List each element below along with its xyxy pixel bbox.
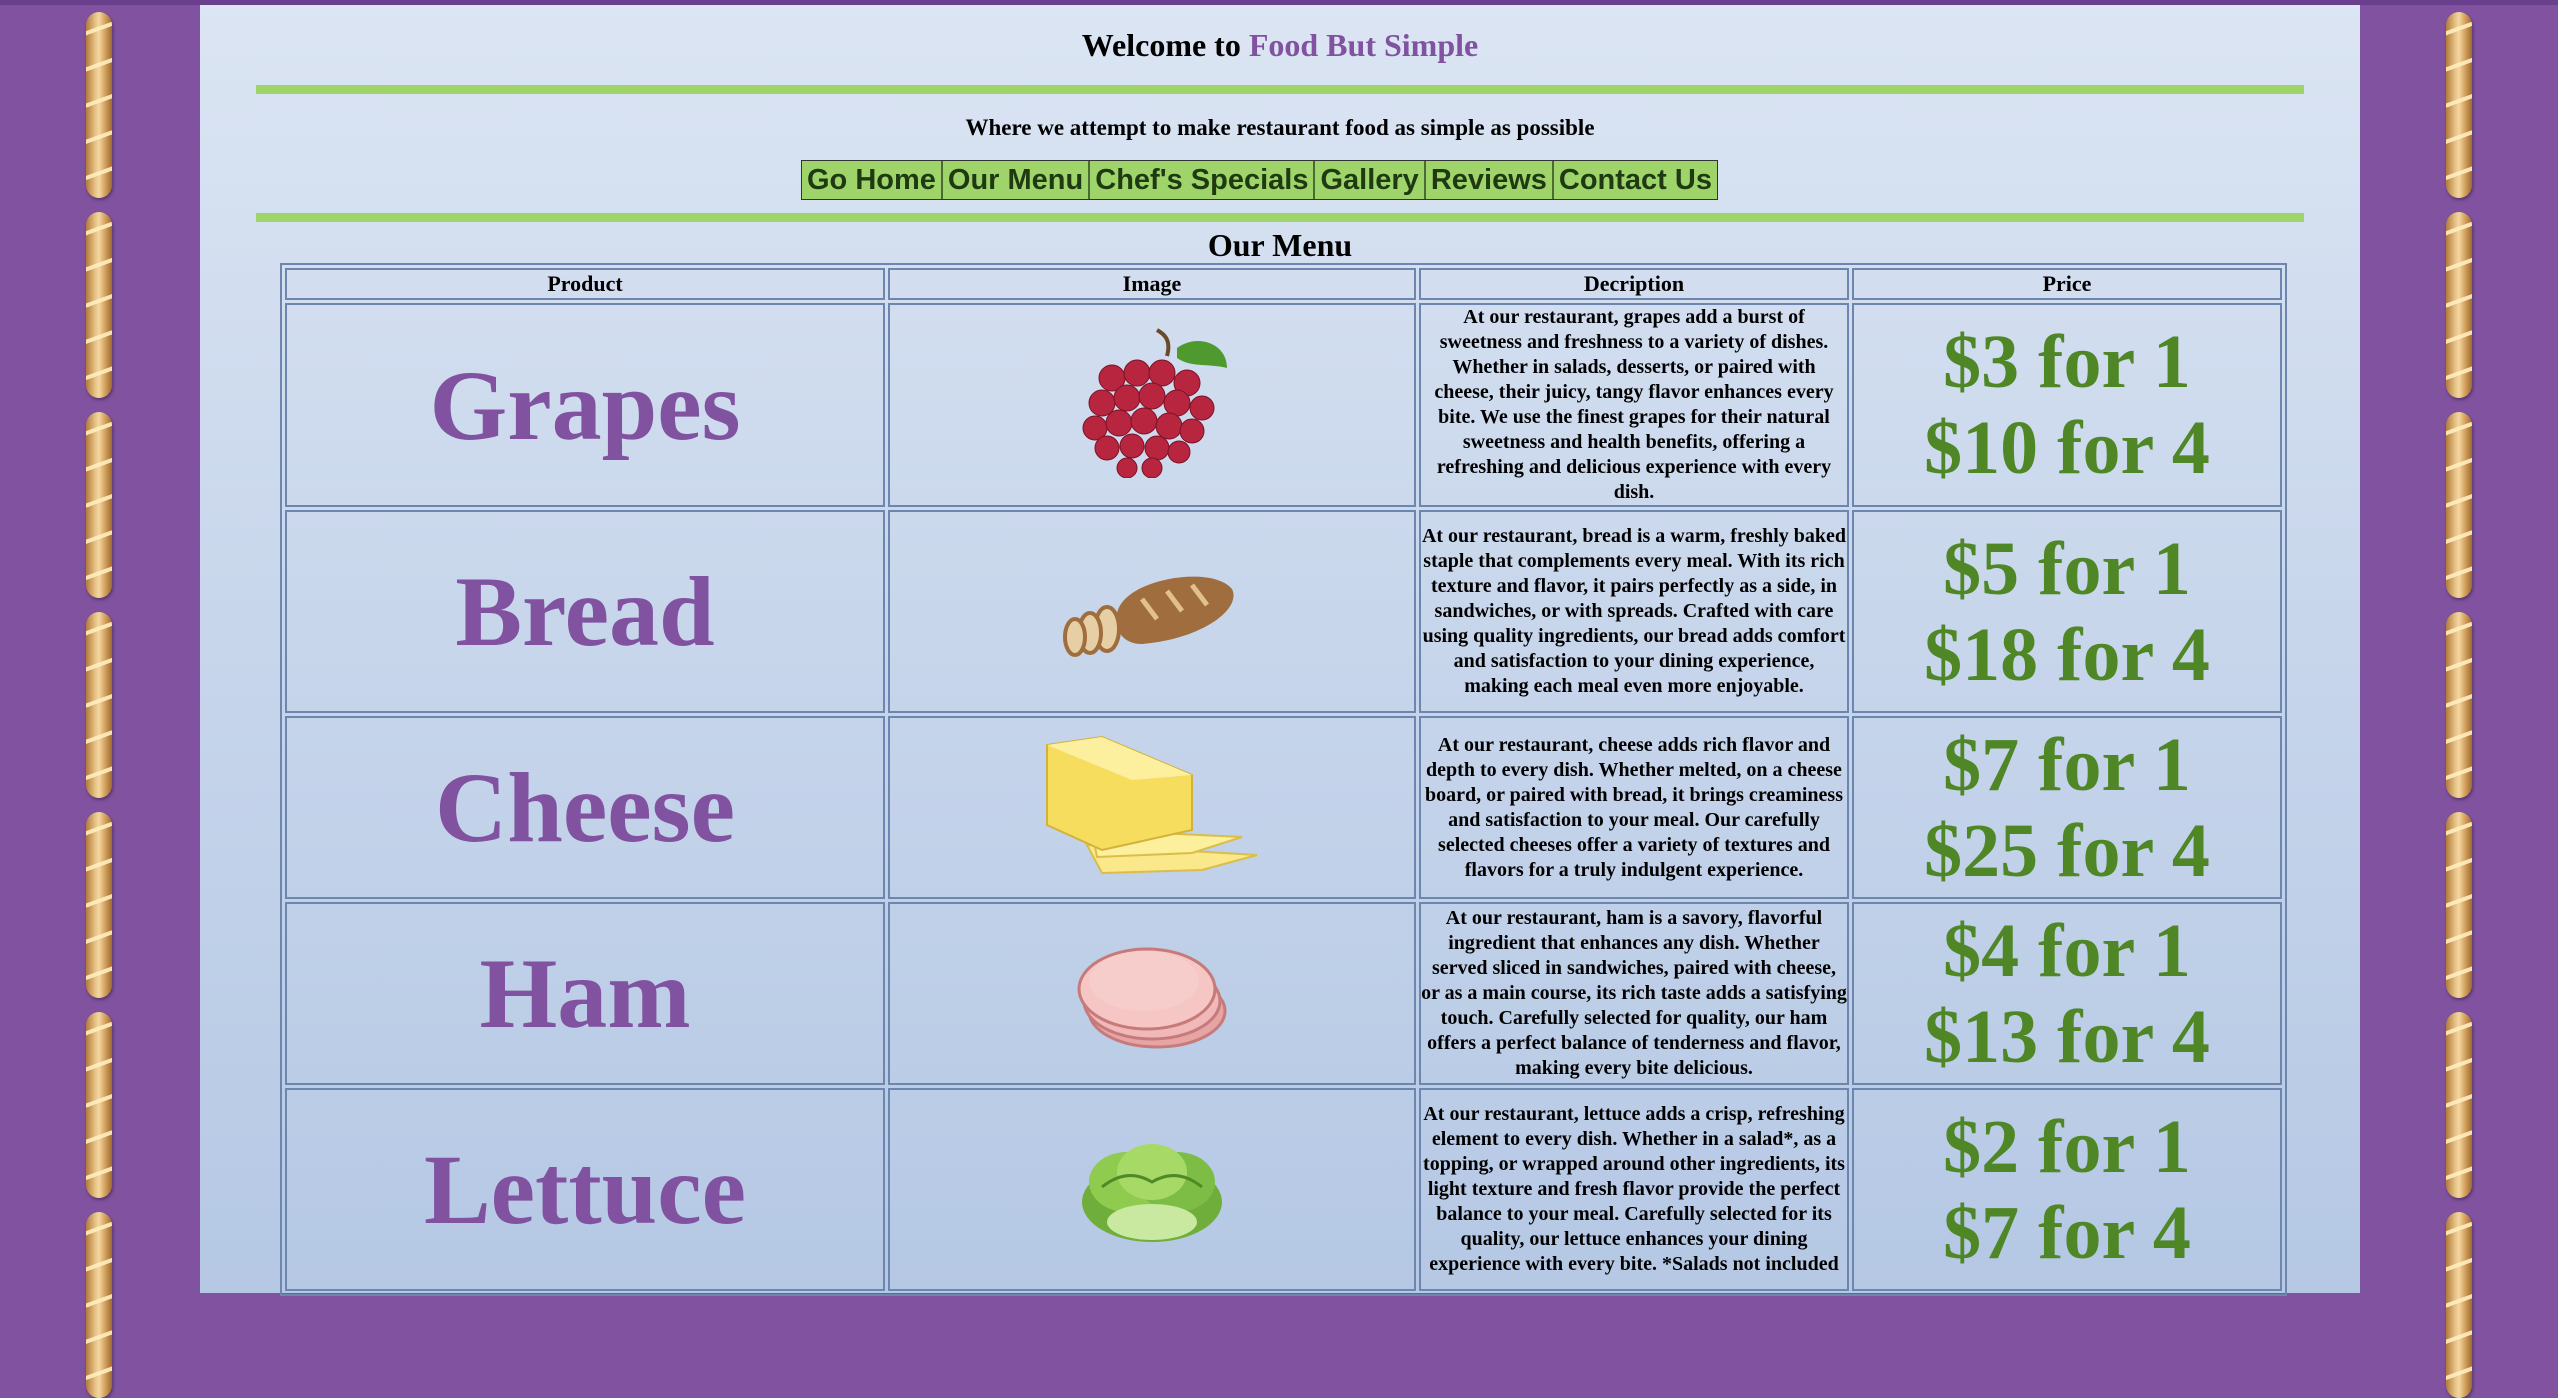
page-title: Welcome to Food But Simple xyxy=(200,27,2360,64)
nav-reviews[interactable]: Reviews xyxy=(1423,161,1552,199)
baguette-decoration xyxy=(86,212,112,398)
baguette-decoration xyxy=(86,812,112,998)
table-row: Ham At our restaurant, ham is a savory, … xyxy=(285,902,2282,1085)
baguette-decoration xyxy=(2446,1012,2472,1198)
column-header-price: Price xyxy=(1852,268,2282,300)
menu-table: Product Image Decription Price Grapes At… xyxy=(280,263,2287,1296)
baguette-decoration xyxy=(2446,1212,2472,1398)
baguette-decoration xyxy=(2446,412,2472,598)
bread-icon xyxy=(1063,576,1234,657)
baguette-decoration xyxy=(86,12,112,198)
price-single: $5 for 1 xyxy=(1943,526,2191,611)
product-description: At our restaurant, grapes add a burst of… xyxy=(1419,303,1849,507)
divider xyxy=(256,85,2304,94)
baguette-decoration xyxy=(2446,812,2472,998)
table-row: Cheese At our restaurant, cheese adds ri… xyxy=(285,716,2282,899)
price-bulk: $7 for 4 xyxy=(1943,1190,2191,1275)
table-row: Bread At our restaurant, bread is a warm… xyxy=(285,510,2282,713)
price-single: $2 for 1 xyxy=(1943,1104,2191,1189)
product-price: $4 for 1 $13 for 4 xyxy=(1852,902,2282,1085)
baguette-decoration xyxy=(2446,612,2472,798)
product-price: $5 for 1 $18 for 4 xyxy=(1852,510,2282,713)
baguette-decoration xyxy=(86,1012,112,1198)
product-image-cell xyxy=(888,510,1416,713)
section-title: Our Menu xyxy=(1207,227,1353,263)
product-name: Bread xyxy=(285,510,885,713)
product-price: $3 for 1 $10 for 4 xyxy=(1852,303,2282,507)
baguette-decoration xyxy=(2446,212,2472,398)
product-description: At our restaurant, bread is a warm, fres… xyxy=(1419,510,1849,713)
product-image-cell xyxy=(888,902,1416,1085)
price-bulk: $13 for 4 xyxy=(1924,994,2210,1079)
price-single: $7 for 1 xyxy=(1943,722,2191,807)
nav-contact-us[interactable]: Contact Us xyxy=(1551,161,1717,199)
left-baguette-border xyxy=(70,0,130,1398)
baguette-decoration xyxy=(86,1212,112,1398)
product-description: At our restaurant, ham is a savory, flav… xyxy=(1419,902,1849,1085)
grapes-icon xyxy=(1082,327,1227,478)
product-image-cell xyxy=(888,303,1416,507)
ham-icon xyxy=(1077,947,1227,1049)
baguette-decoration xyxy=(2446,12,2472,198)
product-description: At our restaurant, lettuce adds a crisp,… xyxy=(1419,1088,1849,1291)
product-name: Cheese xyxy=(285,716,885,899)
lettuce-icon xyxy=(1082,1144,1222,1242)
welcome-prefix: Welcome to xyxy=(1081,27,1241,63)
right-baguette-border xyxy=(2430,0,2490,1398)
table-row: Grapes At our restaurant, grapes add a b… xyxy=(285,303,2282,507)
product-description: At our restaurant, cheese adds rich flav… xyxy=(1419,716,1849,899)
table-header-row: Product Image Decription Price xyxy=(285,268,2282,300)
baguette-decoration xyxy=(86,612,112,798)
price-single: $4 for 1 xyxy=(1943,908,2191,993)
main-content: Welcome to Food But Simple Where we atte… xyxy=(200,5,2360,1296)
brand-name: Food But Simple xyxy=(1248,27,1479,63)
divider xyxy=(256,213,2304,222)
main-nav: Go Home Our Menu Chef's Specials Gallery… xyxy=(801,160,1718,200)
tagline: Where we attempt to make restaurant food… xyxy=(965,115,1595,140)
price-bulk: $10 for 4 xyxy=(1924,406,2210,490)
product-image-cell xyxy=(888,1088,1416,1291)
column-header-description: Decription xyxy=(1419,268,1849,300)
cheese-icon xyxy=(1046,735,1258,875)
baguette-decoration xyxy=(86,412,112,598)
price-bulk: $25 for 4 xyxy=(1924,808,2210,893)
nav-chefs-specials[interactable]: Chef's Specials xyxy=(1088,161,1313,199)
nav-go-home[interactable]: Go Home xyxy=(802,161,941,199)
nav-gallery[interactable]: Gallery xyxy=(1313,161,1423,199)
price-bulk: $18 for 4 xyxy=(1924,612,2210,697)
product-name: Ham xyxy=(285,902,885,1085)
product-name: Grapes xyxy=(285,303,885,507)
product-name: Lettuce xyxy=(285,1088,885,1291)
column-header-image: Image xyxy=(888,268,1416,300)
nav-our-menu[interactable]: Our Menu xyxy=(940,161,1088,199)
product-image-cell xyxy=(888,716,1416,899)
price-single: $3 for 1 xyxy=(1943,320,2191,404)
table-row: Lettuce At our restaurant, lettuce adds … xyxy=(285,1088,2282,1291)
column-header-product: Product xyxy=(285,268,885,300)
product-price: $7 for 1 $25 for 4 xyxy=(1852,716,2282,899)
product-price: $2 for 1 $7 for 4 xyxy=(1852,1088,2282,1291)
